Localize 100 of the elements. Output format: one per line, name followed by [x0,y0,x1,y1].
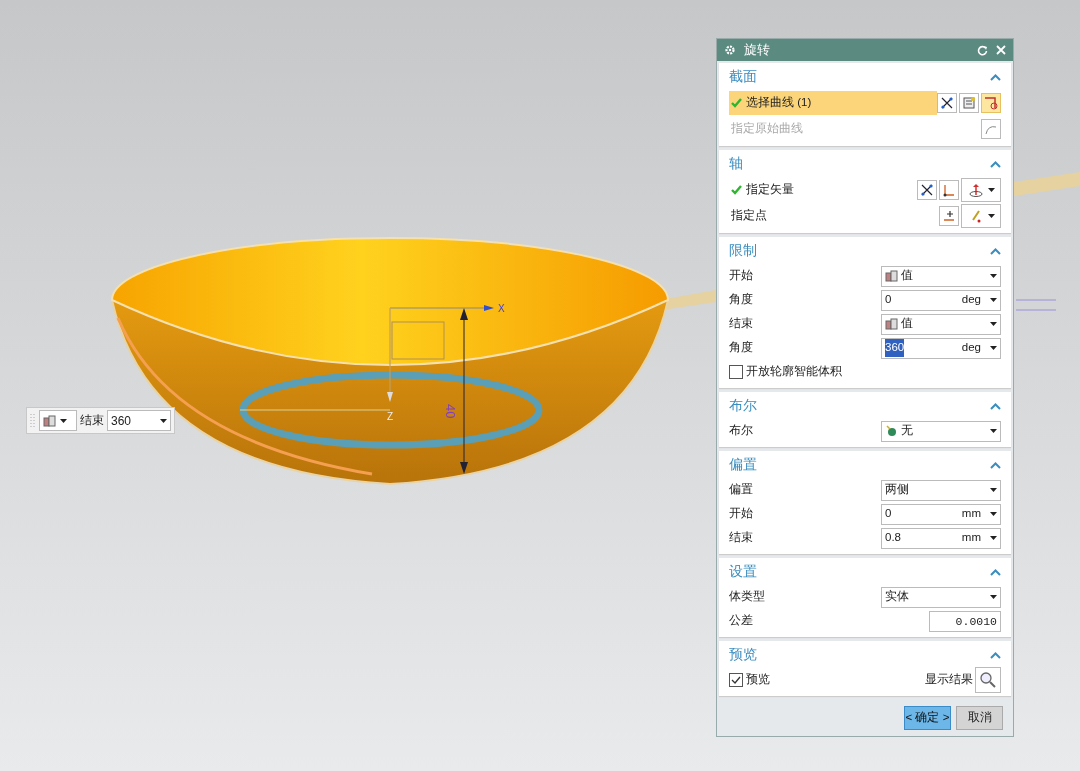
dropdown[interactable]: 无 [881,420,1001,442]
selection-label: 指定矢量 [746,182,794,198]
dropdown-caret-icon [990,488,997,492]
section-title: 预览 [729,646,757,665]
field-label: 开始 [729,268,753,284]
field-label: 结束 [729,530,753,546]
axis-label: X [498,303,505,314]
cross-arrows-icon [939,95,955,111]
guide-lines [1015,299,1057,311]
toolbar-label: 结束 [80,412,104,428]
reverse-direction-button[interactable] [937,93,957,113]
original-curve-button[interactable] [981,119,1001,139]
dropdown[interactable]: 两侧 [881,479,1001,501]
curve-icon [983,95,999,111]
vector-icon [967,182,984,198]
field-label: 体类型 [729,589,765,605]
dropdown-caret-icon [990,274,997,278]
value-field[interactable]: 360 deg [881,337,1001,359]
dropdown-caret-icon [990,512,997,516]
sketch-icon [961,95,977,111]
value-field[interactable]: 0.8 mm [881,527,1001,549]
value-field[interactable]: 0 mm [881,503,1001,525]
dimension-value: 40 [443,404,458,419]
unit-label: deg [961,340,981,356]
field-value: 360 [885,339,905,357]
axis-label: Z [387,411,394,422]
limit-type-dropdown[interactable] [39,410,77,431]
vector-type-dropdown[interactable] [961,178,1001,202]
dropdown-caret-icon [60,418,67,423]
selection-row[interactable]: 选择曲线 (1) [729,91,937,115]
section-title: 偏置 [729,456,757,475]
value-icon [885,318,898,330]
selection-row[interactable]: 指定点 [729,204,937,228]
end-value-field[interactable]: 360 [107,410,171,431]
dropdown[interactable]: 值 [881,265,1001,287]
dropdown[interactable]: 实体 [881,586,1001,608]
dropdown-caret-icon [990,298,997,302]
selection-row[interactable]: 指定矢量 [729,178,917,202]
unit-label: mm [961,530,981,546]
grip-icon[interactable] [30,411,36,430]
boolean-none-icon [885,425,898,437]
checkmark-icon [731,675,741,685]
point-plus-icon [941,208,957,224]
field-label: 开始 [729,506,753,522]
cross-arrows-icon [919,182,935,198]
action-label: 显示结果 [925,672,973,688]
section-title: 轴 [729,155,743,174]
field-value: 0.8 [885,530,901,546]
search-icon [979,671,997,689]
dropdown[interactable]: 值 [881,313,1001,335]
unit-label: mm [961,506,981,522]
settings-icon[interactable] [724,44,736,56]
value-field[interactable]: 0 deg [881,289,1001,311]
collapse-chevron-icon[interactable] [990,462,1001,469]
unit-label: deg [961,292,981,308]
value-icon [43,414,56,427]
reset-icon[interactable] [977,44,988,56]
section-title: 布尔 [729,397,757,416]
close-icon[interactable] [996,45,1006,55]
checkbox[interactable] [729,365,743,379]
field-value: 0 [885,292,892,308]
section-title: 限制 [729,242,757,261]
tolerance-field[interactable]: 0.0010 [929,610,1001,632]
handle-end-drawing [1014,172,1080,196]
axis-icon [941,182,957,198]
point-type-dropdown[interactable] [961,204,1001,228]
collapse-chevron-icon[interactable] [990,161,1001,168]
section-title: 截面 [729,68,757,87]
dropdown-caret-icon [990,429,997,433]
value-icon [885,270,898,282]
dropdown-caret-icon [990,536,997,540]
search-button[interactable] [975,667,1001,693]
dropdown-caret-icon [990,346,997,350]
field-label: 角度 [729,340,753,356]
checkbox-label: 开放轮廓智能体积 [746,364,842,380]
field-label: 角度 [729,292,753,308]
selection-label: 选择曲线 (1) [746,95,812,111]
section-title: 设置 [729,563,757,582]
collapse-chevron-icon[interactable] [990,74,1001,81]
dropdown-caret-icon [160,418,167,423]
collapse-chevron-icon[interactable] [990,248,1001,255]
dropdown-caret-icon [987,188,995,192]
dropdown-caret-icon [987,214,995,218]
collapse-chevron-icon[interactable] [990,652,1001,659]
point-dialog-button[interactable] [939,206,959,226]
selection-label: 指定点 [731,208,767,224]
dialog-button[interactable]: < 确定 > [904,706,951,730]
field-label: 结束 [729,316,753,332]
dropdown-caret-icon [990,322,997,326]
selection-label: 指定原始曲线 [731,121,803,137]
checkbox-label: 预览 [746,672,770,688]
collapse-chevron-icon[interactable] [990,403,1001,410]
collapse-chevron-icon[interactable] [990,569,1001,576]
dialog-title: 旋转 [744,41,771,59]
reverse-direction-button[interactable] [917,180,937,200]
dialog-button[interactable]: 取消 [956,706,1003,730]
dropdown-caret-icon [990,595,997,599]
field-label: 公差 [729,613,753,629]
checkbox[interactable] [729,673,743,687]
curve-select-button[interactable] [981,93,1001,113]
